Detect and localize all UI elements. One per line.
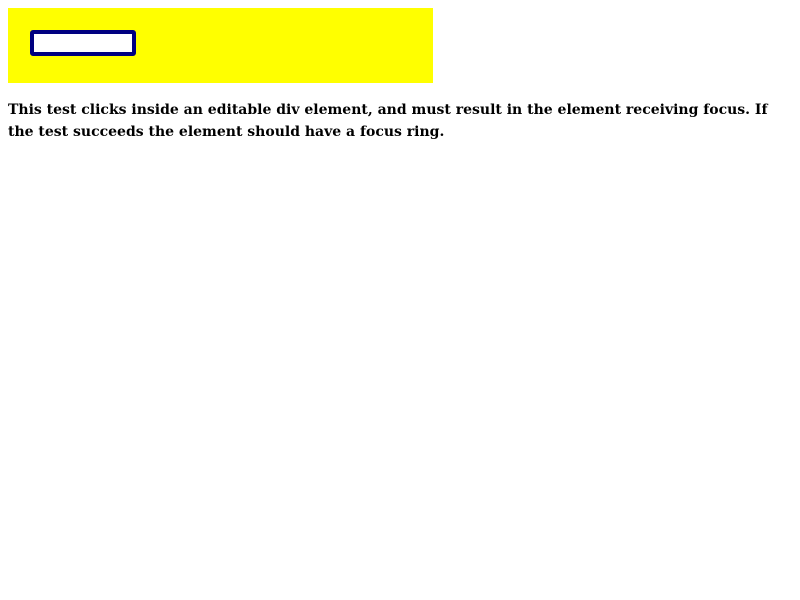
- yellow-container: [8, 8, 433, 83]
- test-page: This test clicks inside an editable div …: [0, 0, 800, 600]
- editable-div[interactable]: [30, 30, 136, 56]
- test-description: This test clicks inside an editable div …: [8, 102, 768, 140]
